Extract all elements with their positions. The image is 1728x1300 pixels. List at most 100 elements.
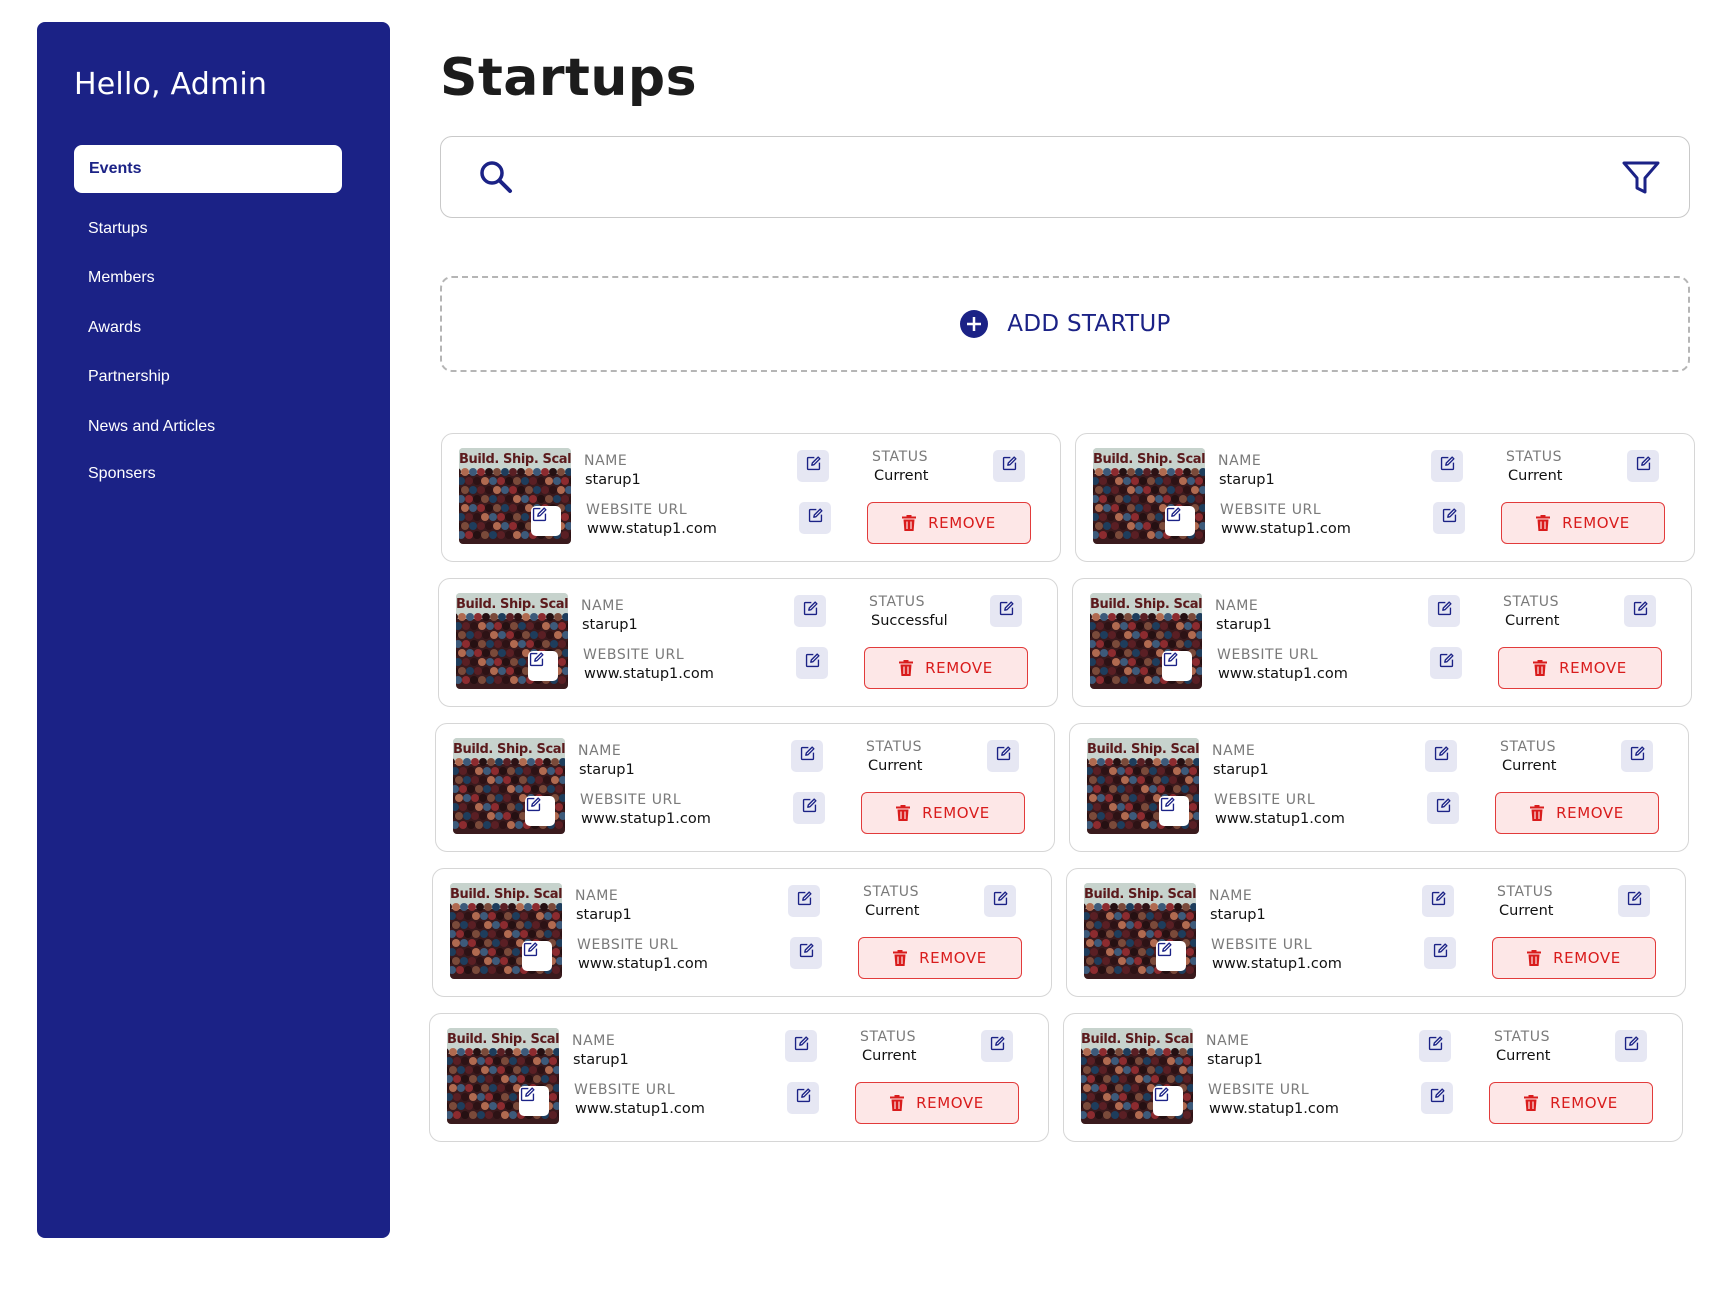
edit-status-button[interactable] bbox=[1615, 1030, 1647, 1062]
remove-button[interactable]: REMOVE bbox=[1501, 502, 1665, 544]
edit-url-button[interactable] bbox=[796, 647, 828, 679]
edit-name-button[interactable] bbox=[1425, 740, 1457, 772]
remove-button[interactable]: REMOVE bbox=[1498, 647, 1662, 689]
edit-url-button[interactable] bbox=[1430, 647, 1462, 679]
edit-name-button[interactable] bbox=[788, 885, 820, 917]
startup-name: starup1 bbox=[1219, 472, 1275, 488]
add-startup-label: ADD STARTUP bbox=[1007, 311, 1171, 337]
search-input[interactable] bbox=[521, 155, 1571, 199]
edit-image-button[interactable] bbox=[1159, 796, 1189, 826]
edit-url-button[interactable] bbox=[790, 937, 822, 969]
remove-label: REMOVE bbox=[1556, 804, 1624, 822]
edit-status-button[interactable] bbox=[981, 1030, 1013, 1062]
trash-icon bbox=[1524, 1095, 1550, 1111]
edit-status-button[interactable] bbox=[1624, 595, 1656, 627]
edit-image-button[interactable] bbox=[1156, 941, 1186, 971]
sidebar-item-startups[interactable]: Startups bbox=[88, 220, 148, 238]
edit-icon bbox=[805, 455, 822, 477]
add-startup-button[interactable]: ADD STARTUP bbox=[440, 276, 1690, 372]
website-url-label: WEBSITE URL bbox=[580, 792, 682, 808]
startup-logo-image: Build. Ship. Scale. bbox=[1084, 883, 1196, 979]
edit-url-button[interactable] bbox=[793, 792, 825, 824]
remove-button[interactable]: REMOVE bbox=[867, 502, 1031, 544]
edit-status-button[interactable] bbox=[993, 450, 1025, 482]
edit-status-button[interactable] bbox=[984, 885, 1016, 917]
remove-button[interactable]: REMOVE bbox=[858, 937, 1022, 979]
edit-status-button[interactable] bbox=[1618, 885, 1650, 917]
thumbnail-text: Build. Ship. Scale. bbox=[459, 452, 571, 467]
name-label: NAME bbox=[584, 453, 628, 469]
edit-name-button[interactable] bbox=[1428, 595, 1460, 627]
edit-name-button[interactable] bbox=[785, 1030, 817, 1062]
startup-status: Current bbox=[1496, 1048, 1551, 1064]
edit-image-button[interactable] bbox=[525, 796, 555, 826]
remove-label: REMOVE bbox=[928, 514, 996, 532]
remove-button[interactable]: REMOVE bbox=[1489, 1082, 1653, 1124]
trash-icon bbox=[1533, 660, 1559, 676]
edit-url-button[interactable] bbox=[1433, 502, 1465, 534]
sidebar: Hello, Admin Events Startups Members Awa… bbox=[37, 22, 390, 1238]
edit-status-button[interactable] bbox=[990, 595, 1022, 627]
startup-name: starup1 bbox=[1216, 617, 1272, 633]
remove-button[interactable]: REMOVE bbox=[1492, 937, 1656, 979]
sidebar-item-events[interactable]: Events bbox=[74, 145, 342, 193]
edit-image-button[interactable] bbox=[528, 651, 558, 681]
edit-name-button[interactable] bbox=[1431, 450, 1463, 482]
remove-button[interactable]: REMOVE bbox=[864, 647, 1028, 689]
edit-status-button[interactable] bbox=[1627, 450, 1659, 482]
sidebar-item-awards[interactable]: Awards bbox=[88, 319, 141, 337]
edit-icon bbox=[989, 1035, 1006, 1057]
remove-button[interactable]: REMOVE bbox=[855, 1082, 1019, 1124]
status-label: STATUS bbox=[869, 594, 926, 610]
edit-status-button[interactable] bbox=[987, 740, 1019, 772]
edit-status-button[interactable] bbox=[1621, 740, 1653, 772]
edit-icon bbox=[804, 652, 821, 674]
edit-url-button[interactable] bbox=[1421, 1082, 1453, 1114]
remove-button[interactable]: REMOVE bbox=[1495, 792, 1659, 834]
startup-name: starup1 bbox=[585, 472, 641, 488]
name-label: NAME bbox=[1209, 888, 1253, 904]
edit-icon bbox=[1435, 797, 1452, 819]
startup-logo-image: Build. Ship. Scale. bbox=[456, 593, 568, 689]
edit-icon bbox=[1635, 455, 1652, 477]
edit-icon bbox=[1001, 455, 1018, 477]
edit-url-button[interactable] bbox=[1424, 937, 1456, 969]
edit-url-button[interactable] bbox=[799, 502, 831, 534]
edit-image-button[interactable] bbox=[522, 941, 552, 971]
startup-website-url: www.statup1.com bbox=[578, 956, 708, 972]
edit-image-button[interactable] bbox=[1165, 506, 1195, 536]
startup-logo-image: Build. Ship. Scale. bbox=[453, 738, 565, 834]
edit-name-button[interactable] bbox=[794, 595, 826, 627]
remove-label: REMOVE bbox=[919, 949, 987, 967]
sidebar-item-sponsers[interactable]: Sponsers bbox=[88, 465, 156, 483]
sidebar-item-partnership[interactable]: Partnership bbox=[88, 368, 170, 386]
startup-website-url: www.statup1.com bbox=[1218, 666, 1348, 682]
startup-logo-image: Build. Ship. Scale. bbox=[450, 883, 562, 979]
startup-website-url: www.statup1.com bbox=[575, 1101, 705, 1117]
edit-image-button[interactable] bbox=[1153, 1086, 1183, 1116]
edit-image-button[interactable] bbox=[519, 1086, 549, 1116]
edit-url-button[interactable] bbox=[787, 1082, 819, 1114]
startup-name: starup1 bbox=[1213, 762, 1269, 778]
startup-logo-image: Build. Ship. Scale. bbox=[447, 1028, 559, 1124]
startup-status: Current bbox=[874, 468, 929, 484]
edit-name-button[interactable] bbox=[1419, 1030, 1451, 1062]
remove-button[interactable]: REMOVE bbox=[861, 792, 1025, 834]
edit-name-button[interactable] bbox=[791, 740, 823, 772]
edit-name-button[interactable] bbox=[1422, 885, 1454, 917]
search-icon[interactable] bbox=[478, 159, 514, 195]
filter-icon[interactable] bbox=[1621, 159, 1661, 197]
edit-icon bbox=[1433, 745, 1450, 767]
edit-icon bbox=[1632, 600, 1649, 622]
edit-icon bbox=[1439, 455, 1456, 477]
startup-name: starup1 bbox=[1210, 907, 1266, 923]
edit-image-button[interactable] bbox=[1162, 651, 1192, 681]
edit-icon bbox=[1438, 652, 1455, 674]
name-label: NAME bbox=[1212, 743, 1256, 759]
edit-image-button[interactable] bbox=[531, 506, 561, 536]
edit-name-button[interactable] bbox=[797, 450, 829, 482]
remove-label: REMOVE bbox=[922, 804, 990, 822]
sidebar-item-news-articles[interactable]: News and Articles bbox=[88, 418, 215, 436]
edit-url-button[interactable] bbox=[1427, 792, 1459, 824]
sidebar-item-members[interactable]: Members bbox=[88, 269, 155, 287]
